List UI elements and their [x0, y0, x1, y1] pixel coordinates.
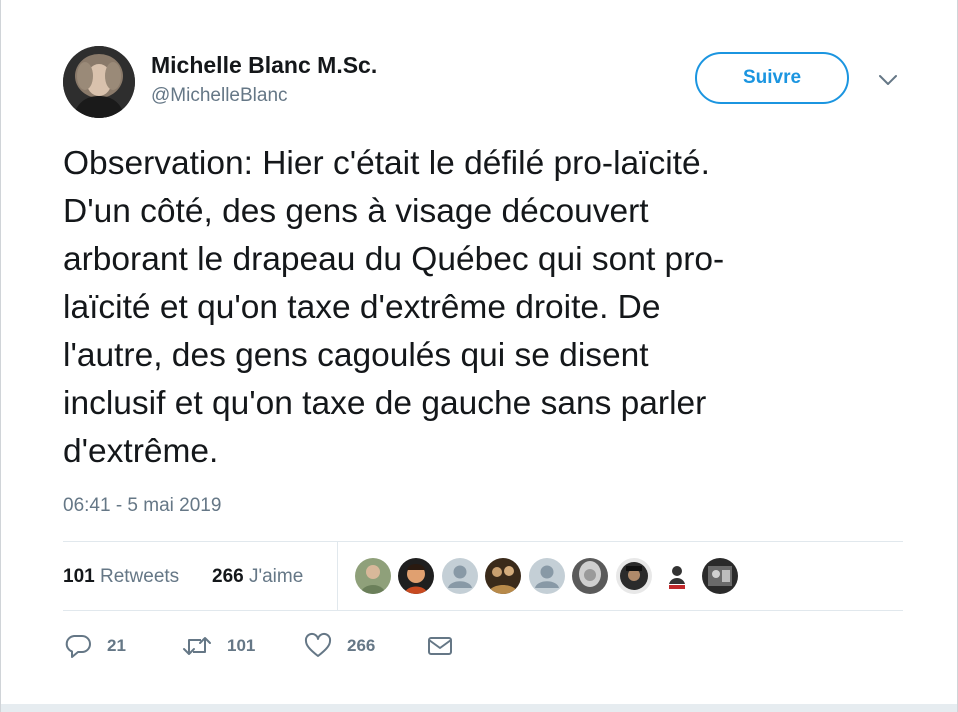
liker-avatar[interactable] [529, 558, 565, 594]
likes-stat-count: 266 [212, 566, 244, 587]
tweet-text-line: d'extrême. [63, 433, 219, 470]
liker-avatar[interactable] [398, 558, 434, 594]
retweet-icon [181, 631, 213, 661]
retweets-stat-count: 101 [63, 566, 95, 587]
like-count: 266 [347, 636, 376, 655]
retweet-button[interactable]: 101 [181, 630, 255, 662]
divider [63, 610, 903, 611]
liker-avatar[interactable] [355, 558, 391, 594]
chevron-down-icon[interactable] [877, 72, 899, 88]
tweet-text: Observation: Hier c'était le défilé pro-… [63, 140, 903, 476]
author-name[interactable]: Michelle Blanc M.Sc. [151, 52, 377, 79]
tweet-actions: 21 101 266 [63, 624, 903, 668]
retweet-count: 101 [227, 636, 256, 655]
liker-avatar[interactable] [572, 558, 608, 594]
tweet-text-line: Observation: Hier c'était le défilé pro-… [63, 145, 710, 182]
like-button[interactable]: 266 [303, 630, 375, 662]
tweet-text-line: l'autre, des gens cagoulés qui se disent [63, 337, 649, 374]
stats-separator [337, 542, 338, 610]
tweet-stats: 101 Retweets 266 J'aime [63, 542, 903, 610]
tweet-text-line: D'un côté, des gens à visage découvert [63, 193, 649, 230]
author-avatar[interactable] [63, 46, 135, 118]
reply-button[interactable]: 21 [63, 630, 126, 662]
tweet-text-line: inclusif et qu'on taxe de gauche sans pa… [63, 385, 707, 422]
liker-avatar[interactable] [659, 558, 695, 594]
tweet-card: Michelle Blanc M.Sc. @MichelleBlanc Suiv… [0, 0, 958, 712]
tweet-timestamp[interactable]: 06:41 - 5 mai 2019 [63, 495, 221, 517]
likes-stat-label: J'aime [248, 566, 304, 587]
bottom-strip [1, 704, 957, 712]
reply-icon [63, 631, 93, 661]
retweets-stat-label: Retweets [99, 566, 180, 587]
author-handle[interactable]: @MichelleBlanc [151, 85, 288, 107]
reply-count: 21 [107, 636, 126, 655]
liker-avatar[interactable] [442, 558, 478, 594]
envelope-icon [425, 631, 455, 661]
tweet-header: Michelle Blanc M.Sc. @MichelleBlanc Suiv… [63, 44, 943, 120]
retweets-stat[interactable]: 101 Retweets [63, 566, 179, 588]
liker-avatar[interactable] [616, 558, 652, 594]
tweet-text-line: laïcité et qu'on taxe d'extrême droite. … [63, 289, 661, 326]
follow-button[interactable]: Suivre [695, 52, 849, 104]
tweet-text-line: arborant le drapeau du Québec qui sont p… [63, 241, 725, 278]
direct-message-button[interactable] [425, 630, 455, 662]
heart-icon [303, 631, 333, 661]
liker-avatar[interactable] [485, 558, 521, 594]
liker-avatar[interactable] [702, 558, 738, 594]
likes-stat[interactable]: 266 J'aime [212, 566, 303, 588]
